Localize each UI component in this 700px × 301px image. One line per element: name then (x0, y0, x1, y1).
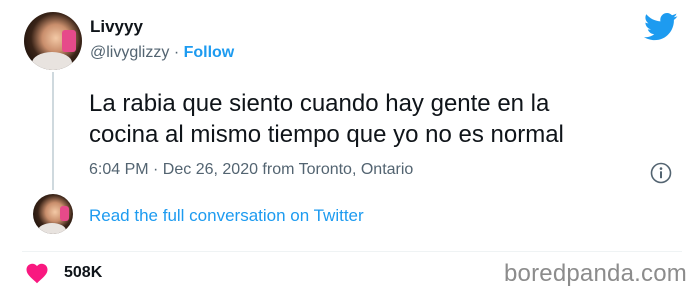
avatar-small[interactable] (33, 194, 73, 234)
heart-icon[interactable] (25, 262, 49, 284)
divider (22, 251, 682, 252)
phone-shape (62, 30, 76, 52)
avatar-shirt-shape (32, 52, 72, 70)
user-display-name[interactable]: Livyyy (90, 17, 143, 37)
twitter-bird-icon[interactable] (644, 12, 678, 42)
thread-connector-line (52, 72, 54, 190)
info-icon[interactable] (650, 162, 672, 184)
tweet-text-line: La rabia que siento cuando hay gente en … (89, 90, 550, 117)
handle-row: @livyglizzy · Follow (90, 44, 234, 62)
tweet-timestamp[interactable]: 6:04 PM · Dec 26, 2020 from Toronto, Ont… (89, 161, 413, 179)
likes-count[interactable]: 508K (64, 264, 102, 282)
user-handle[interactable]: @livyglizzy (90, 44, 169, 61)
tweet-text-line: cocina al mismo tiempo que yo no es norm… (89, 121, 564, 148)
phone-shape (60, 206, 69, 221)
tweet-text: La rabia que siento cuando hay gente en … (89, 88, 649, 150)
watermark-text: boredpanda.com (504, 260, 687, 287)
avatar-shirt-shape (38, 223, 66, 234)
read-conversation-link[interactable]: Read the full conversation on Twitter (89, 206, 364, 226)
follow-button[interactable]: Follow (184, 44, 235, 61)
avatar[interactable] (24, 12, 82, 70)
separator-dot: · (173, 44, 180, 61)
